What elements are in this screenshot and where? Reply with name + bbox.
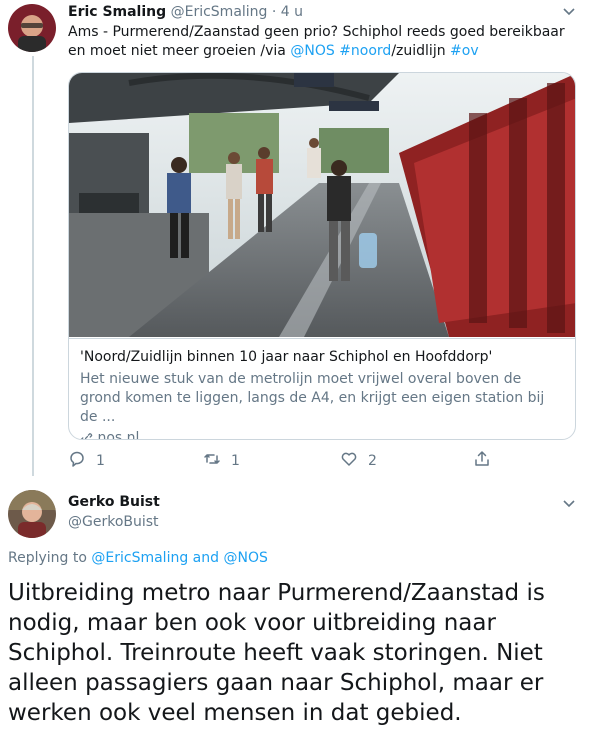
hashtag-link[interactable]: #ov xyxy=(450,43,479,59)
avatar[interactable] xyxy=(8,490,56,538)
tweet-text: Ams - Purmerend/Zaanstad geen prio? Schi… xyxy=(68,23,580,61)
replying-to: Replying to @EricSmaling and @NOS xyxy=(8,550,268,566)
author-name[interactable]: Gerko Buist xyxy=(68,494,160,510)
retweet-count: 1 xyxy=(231,453,240,469)
replying-and: and xyxy=(188,550,224,566)
card-domain: nos.nl xyxy=(80,429,566,440)
link-icon xyxy=(80,430,97,439)
tweet-text-segment: /zuidlijn xyxy=(391,43,451,59)
author-handle[interactable]: @GerkoBuist xyxy=(68,514,159,530)
like-button[interactable]: 2 xyxy=(340,450,377,472)
reply-icon xyxy=(68,450,86,472)
mention-link[interactable]: @NOS xyxy=(223,550,267,566)
chevron-down-icon[interactable] xyxy=(562,496,576,514)
retweet-icon xyxy=(203,450,221,472)
card-domain-text: nos.nl xyxy=(97,430,140,440)
mention-link[interactable]: @NOS xyxy=(290,43,334,59)
card-title[interactable]: 'Noord/Zuidlijn binnen 10 jaar naar Schi… xyxy=(80,348,566,367)
share-button[interactable] xyxy=(473,450,491,472)
card-description: Het nieuwe stuk van de metrolijn moet vr… xyxy=(80,371,545,425)
reply-button[interactable]: 1 xyxy=(68,450,105,472)
author-name[interactable]: Eric Smaling xyxy=(68,4,166,20)
link-preview-card[interactable]: 'Noord/Zuidlijn binnen 10 jaar naar Schi… xyxy=(68,72,576,440)
mention-link[interactable]: @EricSmaling xyxy=(91,550,188,566)
retweet-button[interactable]: 1 xyxy=(203,450,240,472)
reply-count: 1 xyxy=(96,453,105,469)
hashtag-link[interactable]: #noord xyxy=(339,43,391,59)
like-count: 2 xyxy=(368,453,377,469)
thread-connector-line xyxy=(32,56,34,476)
chevron-down-icon[interactable] xyxy=(562,4,576,22)
share-icon xyxy=(473,450,491,472)
card-body: 'Noord/Zuidlijn binnen 10 jaar naar Schi… xyxy=(69,338,575,440)
tweet-header: Eric Smaling @EricSmaling · 4 u xyxy=(68,3,303,21)
card-image[interactable] xyxy=(69,73,575,337)
author-handle[interactable]: @EricSmaling xyxy=(171,4,268,20)
tweet-text: Uitbreiding metro naar Purmerend/Zaansta… xyxy=(8,580,545,726)
heart-icon xyxy=(340,450,358,472)
tweet-actions: 1 1 2 xyxy=(68,450,498,472)
timestamp[interactable]: · 4 u xyxy=(272,4,303,20)
replying-prefix: Replying to xyxy=(8,550,92,566)
avatar[interactable] xyxy=(8,4,56,52)
